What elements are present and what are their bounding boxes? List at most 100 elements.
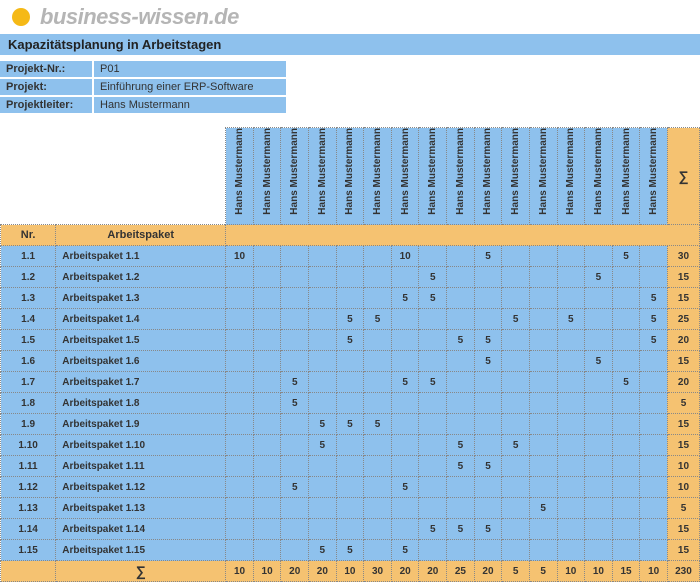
cell-ap: Arbeitspaket 1.10 (56, 435, 226, 456)
person-name: Hans Mustermann (372, 128, 383, 215)
table-body: 1.1Arbeitspaket 1.1101055301.2Arbeitspak… (1, 246, 700, 582)
cell-value (309, 498, 337, 519)
cell-value (309, 393, 337, 414)
cell-rowsum: 20 (667, 330, 699, 351)
cell-value (640, 267, 668, 288)
cell-value (585, 435, 613, 456)
cell-ap: Arbeitspaket 1.9 (56, 414, 226, 435)
cell-value (281, 309, 309, 330)
cell-value (612, 435, 640, 456)
cell-value (640, 372, 668, 393)
cell-value (612, 456, 640, 477)
cell-rowsum: 15 (667, 540, 699, 561)
cell-value (391, 519, 419, 540)
cell-value: 5 (529, 498, 557, 519)
cell-value: 5 (391, 477, 419, 498)
cell-rowsum: 20 (667, 372, 699, 393)
cell-value (585, 498, 613, 519)
cell-value (309, 288, 337, 309)
cell-value (419, 246, 447, 267)
cell-value (557, 246, 585, 267)
cell-ap: Arbeitspaket 1.11 (56, 456, 226, 477)
cell-value (253, 477, 281, 498)
cell-rowsum: 15 (667, 519, 699, 540)
table-row: 1.9Arbeitspaket 1.955515 (1, 414, 700, 435)
cell-nr: 1.3 (1, 288, 56, 309)
cell-value (557, 330, 585, 351)
cell-value (529, 477, 557, 498)
cell-value (336, 246, 364, 267)
person-col: Hans Mustermann (253, 128, 281, 225)
cell-nr: 1.4 (1, 309, 56, 330)
meta-projektnr-value: P01 (94, 61, 286, 77)
cell-value (447, 309, 475, 330)
totals-blank (1, 561, 56, 582)
cell-value (391, 393, 419, 414)
cell-value (612, 414, 640, 435)
cell-value (557, 351, 585, 372)
cell-value (612, 498, 640, 519)
cell-value: 5 (640, 330, 668, 351)
cell-value (253, 540, 281, 561)
cell-value (529, 372, 557, 393)
totals-value: 20 (281, 561, 309, 582)
cell-ap: Arbeitspaket 1.13 (56, 498, 226, 519)
cell-nr: 1.8 (1, 393, 56, 414)
totals-value: 10 (557, 561, 585, 582)
cell-rowsum: 25 (667, 309, 699, 330)
table-row: 1.14Arbeitspaket 1.1455515 (1, 519, 700, 540)
cell-value: 5 (364, 309, 392, 330)
cell-ap: Arbeitspaket 1.5 (56, 330, 226, 351)
person-name: Hans Mustermann (510, 128, 521, 215)
person-name: Hans Mustermann (455, 128, 466, 215)
cell-value: 5 (281, 393, 309, 414)
table-row: 1.13Arbeitspaket 1.1355 (1, 498, 700, 519)
meta-projekt-label: Projekt: (0, 79, 92, 95)
cell-value (529, 267, 557, 288)
cell-value (419, 414, 447, 435)
cell-value (502, 393, 530, 414)
cell-value (364, 456, 392, 477)
person-name: Hans Mustermann (262, 128, 273, 215)
cell-value (585, 330, 613, 351)
cell-value: 5 (474, 330, 502, 351)
column-header-row: Nr. Arbeitspaket (1, 225, 700, 246)
cell-value (336, 435, 364, 456)
table-row: 1.1Arbeitspaket 1.110105530 (1, 246, 700, 267)
cell-value (557, 540, 585, 561)
cell-value (226, 288, 254, 309)
cell-value (557, 498, 585, 519)
totals-row: ∑101020201030202025205510101510230 (1, 561, 700, 582)
cell-value (419, 540, 447, 561)
cell-value (419, 477, 447, 498)
cell-rowsum: 15 (667, 267, 699, 288)
person-col: Hans Mustermann (474, 128, 502, 225)
cell-value (364, 498, 392, 519)
cell-nr: 1.9 (1, 414, 56, 435)
cell-value: 5 (612, 246, 640, 267)
cell-value (557, 456, 585, 477)
cell-value (419, 498, 447, 519)
cell-value (640, 456, 668, 477)
cell-value: 5 (585, 267, 613, 288)
cell-value (226, 372, 254, 393)
cell-ap: Arbeitspaket 1.15 (56, 540, 226, 561)
cell-ap: Arbeitspaket 1.7 (56, 372, 226, 393)
meta-leiter-label: Projektleiter: (0, 97, 92, 113)
cell-value (309, 267, 337, 288)
cell-value: 5 (281, 477, 309, 498)
cell-value (364, 519, 392, 540)
cell-value (557, 414, 585, 435)
cell-value (419, 393, 447, 414)
table-row: 1.8Arbeitspaket 1.855 (1, 393, 700, 414)
cell-value (502, 414, 530, 435)
cell-value: 5 (336, 309, 364, 330)
cell-value: 5 (447, 519, 475, 540)
cell-value (253, 351, 281, 372)
cell-value (281, 330, 309, 351)
person-name: Hans Mustermann (593, 128, 604, 215)
cell-value (336, 456, 364, 477)
totals-value: 20 (309, 561, 337, 582)
cell-value (502, 246, 530, 267)
meta-leiter-value: Hans Mustermann (94, 97, 286, 113)
